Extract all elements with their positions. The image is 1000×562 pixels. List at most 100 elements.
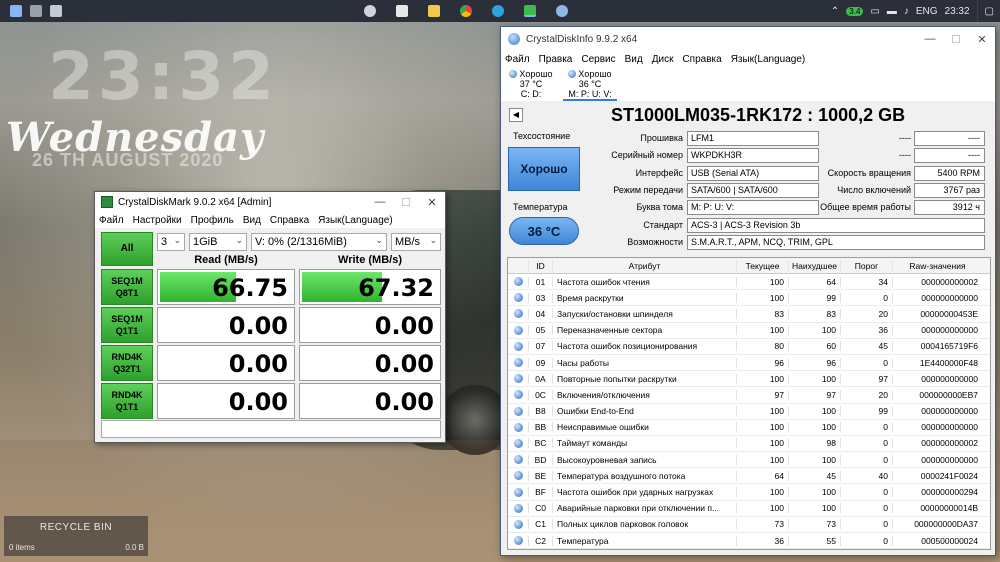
temperature-badge[interactable]: 36 °C: [509, 217, 579, 245]
status-dot-icon: [513, 536, 523, 546]
smart-cell: 000000000EB7: [892, 389, 982, 400]
smart-cell: BE: [528, 470, 552, 481]
col-threshold[interactable]: Порог: [840, 260, 892, 271]
test-button-2[interactable]: SEQ1M Q1T1: [101, 307, 153, 343]
recycle-bin-title: RECYCLE BIN: [39, 522, 113, 533]
chrome-icon[interactable]: [460, 5, 472, 17]
smart-row[interactable]: 0C Включения/отключения 97 97 20 000000000EB7: [508, 387, 990, 404]
count-select[interactable]: 3 ⌄: [157, 233, 185, 251]
smart-row[interactable]: C2 Температура 36 55 0 000500000024: [508, 533, 990, 549]
col-worst[interactable]: Наихудшее: [788, 260, 840, 271]
smart-row[interactable]: C0 Аварийные парковки при отключении п...…: [508, 501, 990, 517]
minimize-button[interactable]: —: [917, 27, 943, 51]
read-header: Read (MB/s): [194, 254, 258, 266]
smart-cell: 00000000014B: [892, 503, 982, 514]
menu-help[interactable]: Справка: [682, 54, 721, 65]
drive-select[interactable]: V: 0% (2/1316MiB) ⌄: [251, 233, 387, 251]
document-icon[interactable]: [396, 5, 408, 17]
health-status-button[interactable]: Хорошо: [508, 147, 580, 191]
smart-cell: 20: [840, 308, 892, 319]
smart-row[interactable]: C1 Полных циклов парковок головок 73 73 0 000…: [508, 517, 990, 533]
battery-icon[interactable]: ▬: [887, 6, 897, 17]
read-result-2: 0.00: [157, 307, 295, 343]
close-button[interactable]: ✕: [419, 192, 445, 212]
crystaldiskinfo-taskbar-icon[interactable]: [556, 5, 568, 17]
smart-cell: Запуски/остановки шпинделя: [552, 308, 736, 319]
smart-table[interactable]: ID Атрибут Текущее Наихудшее Порог Raw-з…: [507, 257, 991, 550]
recycle-bin-size: 0.0 B: [125, 543, 144, 552]
smart-row[interactable]: 0A Повторные попытки раскрутки 100 100 97 000…: [508, 371, 990, 388]
menu-service[interactable]: Сервис: [581, 54, 615, 65]
smart-row[interactable]: BE Температура воздушного потока 64 45 40 000…: [508, 468, 990, 485]
telegram-icon[interactable]: [492, 5, 504, 17]
cdm-comment-field[interactable]: [101, 420, 441, 438]
smart-row[interactable]: BC Таймаут команды 100 98 0 000000000002: [508, 436, 990, 453]
smart-cell: 00000000453E: [892, 308, 982, 319]
smart-row[interactable]: 03 Время раскрутки 100 99 0 000000000000: [508, 290, 990, 307]
menu-file[interactable]: Файл: [505, 54, 530, 65]
menu-disk[interactable]: Диск: [652, 54, 674, 65]
smart-row[interactable]: 09 Часы работы 96 96 0 1E4400000F48: [508, 355, 990, 372]
smart-row[interactable]: 05 Переназначенные сектора 100 100 36 0000000…: [508, 323, 990, 339]
smart-cell: 0: [840, 422, 892, 433]
menu-help[interactable]: Справка: [270, 215, 309, 226]
menu-language[interactable]: Язык(Language): [318, 215, 393, 226]
recycle-bin-items: 0 items: [9, 543, 35, 552]
status-dot-icon: [513, 374, 523, 384]
col-raw[interactable]: Raw-значения: [892, 260, 982, 271]
smart-row[interactable]: B8 Ошибки End-to-End 100 100 99 000000000000: [508, 404, 990, 420]
test-button-3[interactable]: RND4K Q32T1: [101, 345, 153, 381]
menu-file[interactable]: Файл: [99, 215, 124, 226]
smart-cell: 000000000000: [892, 406, 982, 417]
unit-select[interactable]: MB/s ⌄: [391, 233, 441, 251]
desktop-icon[interactable]: [10, 5, 22, 17]
close-button[interactable]: ✕: [969, 27, 995, 51]
col-attribute[interactable]: Атрибут: [552, 260, 736, 271]
test-button-4[interactable]: RND4K Q1T1: [101, 383, 153, 419]
monitor-icon[interactable]: [30, 5, 42, 17]
cdi-titlebar[interactable]: CrystalDiskInfo 9.9.2 x64 — ☐ ✕: [501, 27, 995, 51]
cdm-titlebar[interactable]: CrystalDiskMark 9.0.2 x64 [Admin] — ☐ ✕: [95, 192, 445, 212]
drive-letter-value: M: P: U: V:: [687, 200, 819, 215]
volume-icon[interactable]: ♪: [904, 6, 909, 17]
smart-row[interactable]: BD Высокоуровневая запись 100 100 0 000000000…: [508, 452, 990, 469]
test-button-1[interactable]: SEQ1M Q8T1: [101, 269, 153, 305]
smart-row[interactable]: 04 Запуски/остановки шпинделя 83 83 20 000000…: [508, 306, 990, 323]
settings-icon[interactable]: [364, 5, 376, 17]
menu-settings[interactable]: Настройки: [133, 215, 182, 226]
col-id[interactable]: ID: [528, 260, 552, 271]
notifications-icon[interactable]: ▢: [985, 6, 994, 17]
tray-badge[interactable]: 3.4: [846, 6, 864, 16]
smart-row[interactable]: 07 Частота ошибок позиционирования 80 60 45 0…: [508, 339, 990, 355]
maximize-button[interactable]: ☐: [943, 27, 969, 51]
language-indicator[interactable]: ENG: [916, 6, 938, 17]
chevron-up-icon[interactable]: ⌃: [831, 6, 839, 17]
menu-language[interactable]: Язык(Language): [731, 54, 806, 65]
folder-icon[interactable]: [428, 5, 440, 17]
size-select[interactable]: 1GiB ⌄: [189, 233, 247, 251]
minimize-button[interactable]: —: [367, 192, 393, 212]
smart-cell: Часы работы: [552, 357, 736, 368]
col-current[interactable]: Текущее: [736, 260, 788, 271]
smart-row[interactable]: BF Частота ошибок при ударных нагрузках 10…: [508, 484, 990, 501]
gear-icon[interactable]: [50, 5, 62, 17]
menu-edit[interactable]: Правка: [539, 54, 573, 65]
recycle-bin-widget[interactable]: RECYCLE BIN 0 items 0.0 B: [4, 516, 148, 556]
smart-cell: 100: [788, 422, 840, 433]
maximize-button[interactable]: ☐: [393, 192, 419, 212]
smart-cell: 64: [736, 470, 788, 481]
disk-tab-2[interactable]: Хорошо 36 °C M: P: U: V:: [563, 69, 617, 101]
write-result-1: 67.32: [299, 269, 441, 305]
menu-view[interactable]: Вид: [625, 54, 643, 65]
smart-row[interactable]: BB Неисправимые ошибки 100 100 0 000000000000: [508, 420, 990, 436]
network-icon[interactable]: ▭: [870, 6, 879, 17]
crystaldiskmark-taskbar-icon[interactable]: [524, 5, 536, 17]
smart-row[interactable]: 01 Частота ошибок чтения 100 64 34 0000000000…: [508, 274, 990, 291]
smart-cell: 20: [840, 389, 892, 400]
menu-profile[interactable]: Профиль: [191, 215, 234, 226]
taskbar-clock[interactable]: 23:32: [945, 6, 970, 17]
all-button[interactable]: All: [101, 232, 153, 266]
previous-disk-button[interactable]: ◀: [509, 108, 523, 122]
menu-view[interactable]: Вид: [243, 215, 261, 226]
disk-tab-1[interactable]: Хорошо 37 °C C: D:: [501, 69, 561, 99]
